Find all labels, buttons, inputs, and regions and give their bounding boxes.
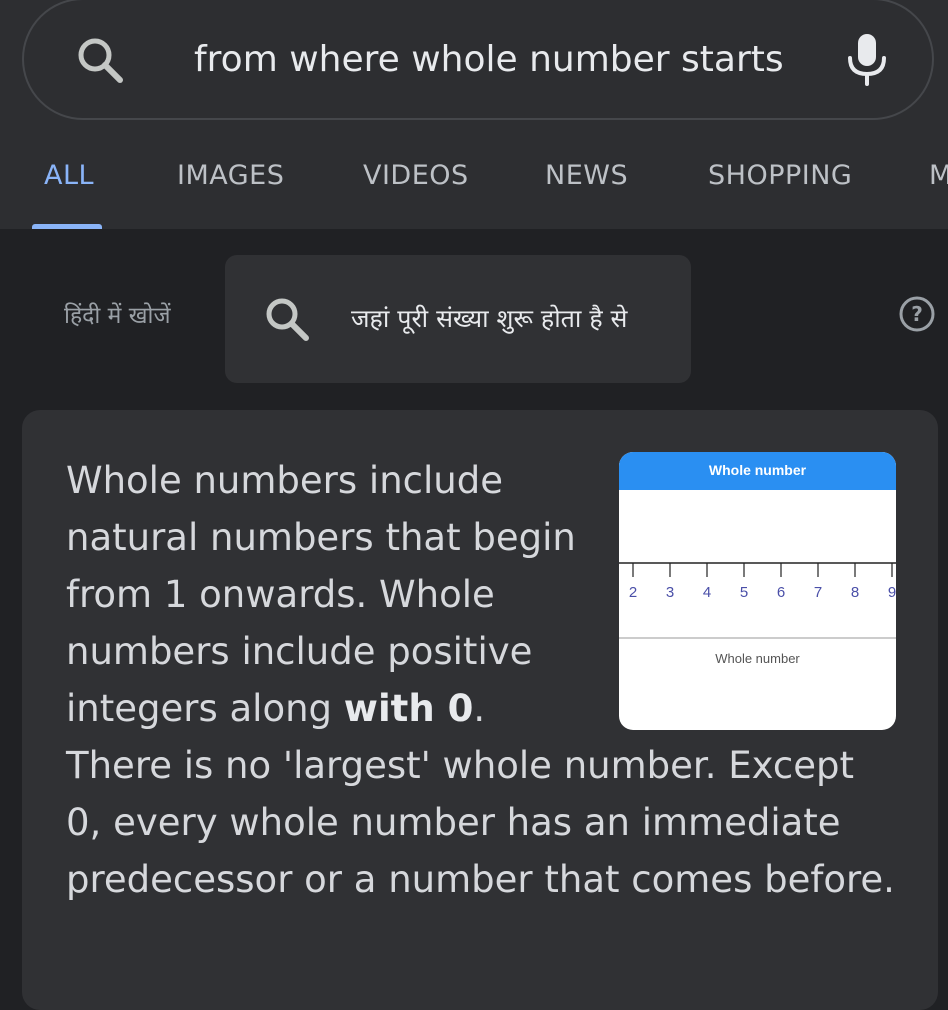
number-line-label: 8: [851, 584, 859, 601]
snippet-bold: with 0: [343, 687, 474, 730]
active-tab-indicator: [32, 224, 102, 229]
search-icon[interactable]: [72, 32, 128, 88]
snippet-image[interactable]: Whole number 23456789 Whole number: [619, 452, 896, 730]
number-line-label: 5: [740, 584, 748, 601]
hindi-search-label: हिंदी में खोजें: [64, 303, 171, 329]
number-line-label: 4: [703, 584, 711, 601]
number-line-label: 6: [777, 584, 785, 601]
help-circle-icon[interactable]: ?: [898, 295, 936, 333]
number-line-label: 7: [814, 584, 822, 601]
figure-caption: Whole number: [715, 651, 800, 666]
tab-shopping[interactable]: SHOPPING: [708, 160, 852, 191]
search-icon: [266, 298, 309, 341]
tab-all[interactable]: ALL: [44, 160, 94, 191]
snippet-text-start: Whole numbers include natural numbers th…: [66, 459, 576, 730]
hindi-search-chip[interactable]: जहां पूरी संख्या शुरू होता है से: [225, 255, 691, 383]
tab-more[interactable]: M: [929, 160, 948, 191]
number-line-label: 3: [666, 584, 674, 601]
search-tabs: ALL IMAGES VIDEOS NEWS SHOPPING M: [0, 140, 948, 229]
tab-news[interactable]: NEWS: [545, 160, 628, 191]
number-line-label: 2: [629, 584, 637, 601]
search-header: from where whole number starts ALL IMAGE…: [0, 0, 948, 229]
svg-text:?: ?: [911, 302, 923, 326]
number-line-label: 9: [888, 584, 896, 601]
featured-snippet-card: Whole numbers include natural numbers th…: [22, 410, 938, 1010]
tab-images[interactable]: IMAGES: [177, 160, 284, 191]
mic-icon[interactable]: [842, 30, 892, 88]
search-bar[interactable]: from where whole number starts: [22, 0, 934, 120]
hindi-search-query: जहां पूरी संख्या शुरू होता है से: [351, 304, 628, 333]
number-line: 2 3 4 5 6 7 8 9: [619, 562, 896, 639]
tab-videos[interactable]: VIDEOS: [363, 160, 469, 191]
search-input[interactable]: from where whole number starts: [194, 38, 784, 82]
